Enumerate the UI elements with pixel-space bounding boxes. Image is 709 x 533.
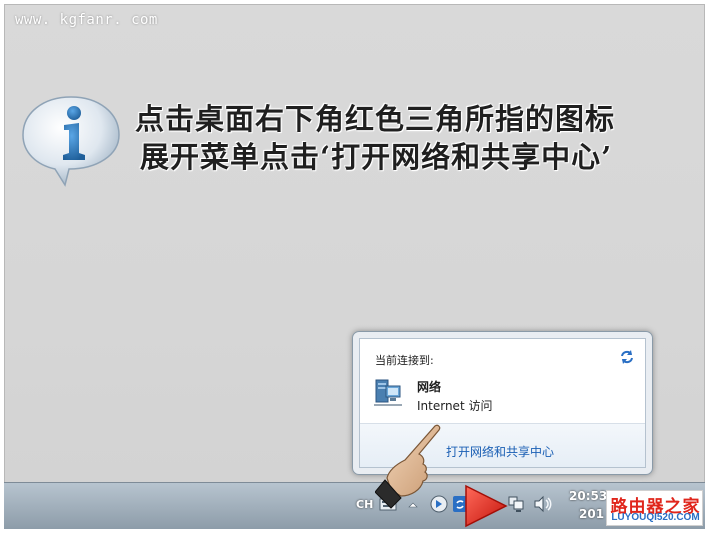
brand-url: LUYOUQI520.COM (611, 512, 700, 523)
clock-date[interactable]: 201 (579, 507, 604, 521)
language-indicator[interactable]: CH (356, 498, 373, 511)
clock-time[interactable]: 20:53 (569, 489, 607, 503)
watermark-text: www. kgfanr. com (15, 12, 158, 28)
network-computer-icon (374, 379, 402, 406)
network-name: 网络 (417, 380, 442, 394)
hand-pointer-icon (375, 424, 441, 509)
instruction-line-2: 展开菜单点击‘打开网络和共享中心’ (140, 140, 613, 174)
taskbar: CH 20:53 201 (4, 482, 705, 529)
volume-icon[interactable] (533, 495, 553, 513)
brand-logo: 路由器之家 LUYOUQI520.COM (606, 490, 703, 526)
refresh-icon[interactable] (619, 349, 635, 365)
instruction-text: 点击桌面右下角红色三角所指的图标 展开菜单点击‘打开网络和共享中心’ (135, 100, 700, 176)
flyout-header: 当前连接到: (375, 354, 434, 367)
open-network-sharing-center-link[interactable]: 打开网络和共享中心 (446, 443, 554, 460)
info-icon (22, 96, 120, 187)
instruction-line-1: 点击桌面右下角红色三角所指的图标 (135, 102, 616, 136)
network-access-status: Internet 访问 (417, 399, 493, 413)
red-triangle-arrow-icon (465, 484, 508, 528)
